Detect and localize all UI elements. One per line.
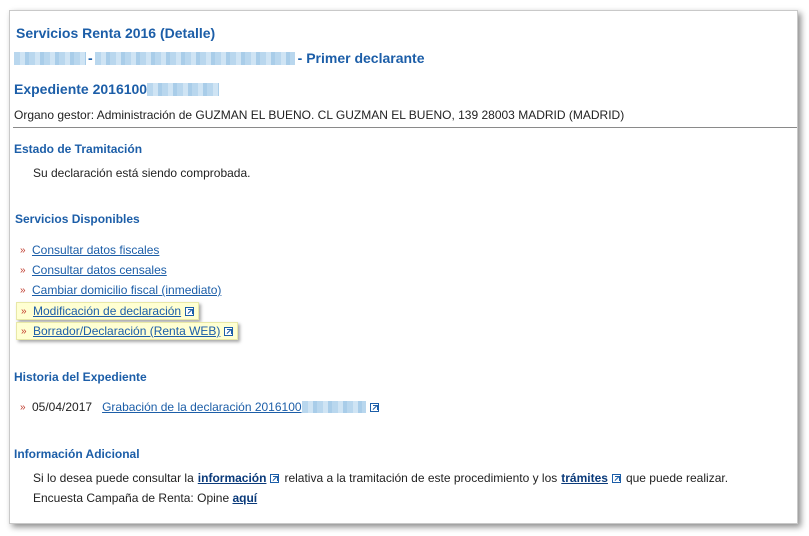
estado-heading: Estado de Tramitación xyxy=(14,142,143,156)
service-item-domicilio: » Cambiar domicilio fiscal (inmediato) xyxy=(20,283,221,297)
arrow-bullet-icon: » xyxy=(20,244,26,256)
redacted-expediente-number xyxy=(301,401,366,413)
historia-entry-label: Grabación de la declaración 2016100 xyxy=(102,400,302,414)
redacted-name xyxy=(94,51,295,65)
link-modificacion-declaracion[interactable]: Modificación de declaración xyxy=(33,304,181,318)
redacted-nif xyxy=(14,51,86,65)
link-informacion[interactable]: información xyxy=(198,471,267,485)
page-title: Servicios Renta 2016 (Detalle) xyxy=(16,25,216,41)
historia-heading: Historia del Expediente xyxy=(14,370,147,384)
link-cambiar-domicilio[interactable]: Cambiar domicilio fiscal (inmediato) xyxy=(32,283,221,297)
arrow-bullet-icon: » xyxy=(20,264,26,276)
info-line-1: Si lo desea puede consultar la informaci… xyxy=(33,471,728,485)
link-encuesta-aqui[interactable]: aquí xyxy=(232,491,257,505)
declarant-role: - Primer declarante xyxy=(297,50,425,66)
arrow-bullet-icon: » xyxy=(20,401,26,413)
link-grabacion-declaracion[interactable]: Grabación de la declaración 2016100 xyxy=(102,400,366,414)
servicios-heading: Servicios Disponibles xyxy=(15,212,140,226)
external-link-icon[interactable] xyxy=(611,473,621,483)
declarant-separator: - xyxy=(88,50,93,66)
external-link-icon[interactable] xyxy=(224,326,234,336)
detail-panel: Servicios Renta 2016 (Detalle) - - Prime… xyxy=(9,10,798,524)
estado-text: Su declaración está siendo comprobada. xyxy=(33,166,251,180)
historia-date: 05/04/2017 xyxy=(32,400,93,414)
service-item-censales: » Consultar datos censales xyxy=(20,263,167,277)
link-consultar-datos-fiscales[interactable]: Consultar datos fiscales xyxy=(32,243,159,257)
service-item-fiscales: » Consultar datos fiscales xyxy=(20,243,159,257)
external-link-icon[interactable] xyxy=(369,402,379,412)
expediente-title: Expediente 2016100 xyxy=(14,81,220,97)
encuesta-text: Encuesta Campaña de Renta: Opine xyxy=(33,491,230,505)
service-item-modificacion: » Modificación de declaración xyxy=(16,302,200,320)
redacted-expediente xyxy=(147,82,220,96)
header-divider xyxy=(13,127,797,128)
arrow-bullet-icon: » xyxy=(21,305,27,317)
link-tramites[interactable]: trámites xyxy=(561,471,608,485)
external-link-icon[interactable] xyxy=(270,473,280,483)
info-text-c: que puede realizar. xyxy=(625,471,729,485)
expediente-label: Expediente 2016100 xyxy=(14,81,148,97)
info-heading: Información Adicional xyxy=(14,447,140,461)
external-link-icon[interactable] xyxy=(185,306,195,316)
historia-row: » 05/04/2017 Grabación de la declaración… xyxy=(20,400,379,414)
link-consultar-datos-censales[interactable]: Consultar datos censales xyxy=(32,263,167,277)
arrow-bullet-icon: » xyxy=(20,284,26,296)
arrow-bullet-icon: » xyxy=(21,325,27,337)
info-text-a: Si lo desea puede consultar la xyxy=(33,471,194,485)
service-item-borrador: » Borrador/Declaración (Renta WEB) xyxy=(16,322,239,340)
declarant-line: - - Primer declarante xyxy=(14,50,425,66)
info-line-2: Encuesta Campaña de Renta: Opine aquí xyxy=(33,491,257,505)
info-text-b: relativa a la tramitación de este proced… xyxy=(284,471,558,485)
organo-gestor: Organo gestor: Administración de GUZMAN … xyxy=(14,108,625,122)
link-borrador-renta-web[interactable]: Borrador/Declaración (Renta WEB) xyxy=(33,324,220,338)
